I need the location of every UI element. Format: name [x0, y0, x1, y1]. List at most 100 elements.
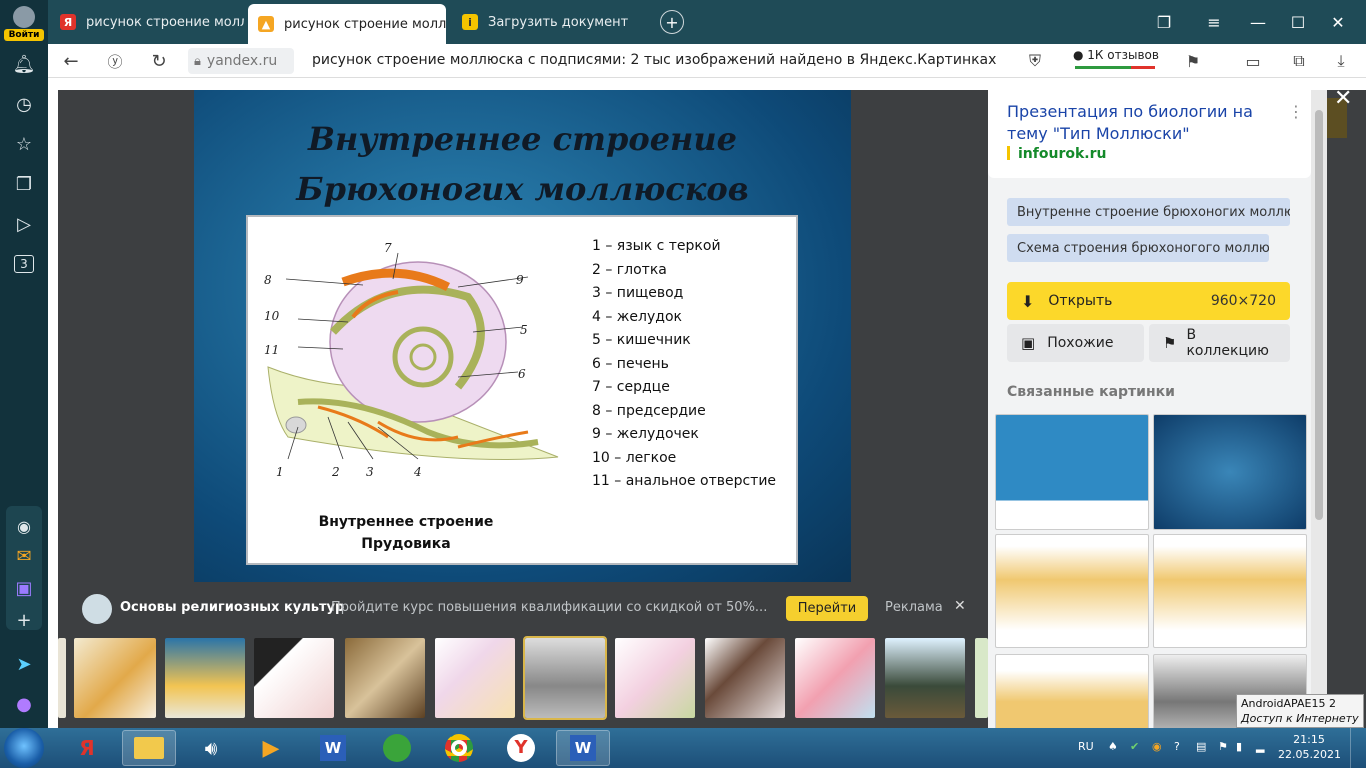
play-icon[interactable]: ▷: [8, 208, 40, 240]
language-indicator[interactable]: RU: [1078, 740, 1094, 753]
tray-flag-icon[interactable]: ⚑: [1218, 740, 1228, 753]
thumbnail[interactable]: [615, 638, 695, 718]
related-thumbnail[interactable]: [995, 534, 1149, 648]
reviews-button[interactable]: ● 1К отзывов: [1073, 48, 1159, 69]
maximize-icon[interactable]: ☐: [1282, 6, 1314, 38]
back-icon[interactable]: ←: [56, 46, 86, 76]
reload-icon[interactable]: ↻: [144, 46, 174, 76]
collections-icon[interactable]: ❐: [8, 168, 40, 200]
url-field[interactable]: 🔒︎ yandex.ru: [188, 48, 294, 74]
download-icon[interactable]: ⤓: [1326, 46, 1356, 76]
taskbar-media-icon[interactable]: ▶: [244, 730, 298, 766]
history-icon[interactable]: ◷: [8, 88, 40, 120]
related-search-chip-2[interactable]: Схема строения брюхоногого моллюска: [1007, 234, 1269, 262]
related-thumbnail[interactable]: [1153, 534, 1307, 648]
minimize-icon[interactable]: —: [1242, 6, 1274, 38]
new-tab-icon[interactable]: +: [660, 10, 684, 34]
diagram-label-11: 11: [264, 343, 280, 357]
thumbnail[interactable]: [165, 638, 245, 718]
related-thumbnail[interactable]: [995, 414, 1149, 530]
thumbnail[interactable]: [795, 638, 875, 718]
battery-saver-icon[interactable]: ▭: [1238, 46, 1268, 76]
tray-signal-icon[interactable]: ▂: [1256, 740, 1264, 753]
tray-battery-icon[interactable]: ▮: [1236, 740, 1242, 753]
thumbnail[interactable]: [254, 638, 334, 718]
bell-icon[interactable]: 🔔︎: [8, 48, 40, 80]
taskbar-explorer-icon[interactable]: [122, 730, 176, 766]
thumbnail[interactable]: [705, 638, 785, 718]
add-to-collection-button[interactable]: ⚑ В коллекцию: [1149, 324, 1290, 362]
tab-1[interactable]: Я рисунок строение моллю: [50, 6, 244, 38]
scrollbar-thumb[interactable]: [1315, 110, 1323, 520]
network-tooltip: AndroidAPAE15 2 Доступ к Интернету: [1236, 694, 1364, 728]
snail-illustration: [267, 252, 559, 460]
thumbnail[interactable]: [74, 638, 156, 718]
send-icon[interactable]: ➤: [8, 648, 40, 680]
tabs-menu-icon[interactable]: ❐: [1148, 6, 1180, 38]
messenger-icon[interactable]: ▣: [8, 572, 40, 604]
yandex-logo-icon[interactable]: ⓨ: [100, 46, 130, 76]
legend-item: 2 – глотка: [592, 261, 667, 278]
thumbnail-selected[interactable]: [523, 636, 607, 720]
tab-2[interactable]: ▲ рисунок строение моллю ✕: [248, 4, 446, 44]
thumbnail[interactable]: [975, 638, 988, 718]
tray-antivirus-icon[interactable]: ✔: [1130, 740, 1139, 753]
similar-button[interactable]: ▣ Похожие: [1007, 324, 1144, 362]
source-card: Презентация по биологии на тему "Тип Мол…: [988, 90, 1311, 178]
source-title-link[interactable]: Презентация по биологии на тему "Тип Мол…: [1007, 101, 1277, 145]
tray-help-icon[interactable]: ?: [1174, 740, 1180, 753]
start-button[interactable]: [4, 728, 44, 768]
add-app-icon[interactable]: +: [8, 604, 40, 636]
ad-go-button[interactable]: Перейти: [786, 596, 868, 621]
tab-3[interactable]: i Загрузить документ: [452, 6, 652, 38]
tabs-count-icon[interactable]: 3: [8, 248, 40, 280]
related-thumbnail[interactable]: [995, 654, 1149, 728]
page-title[interactable]: рисунок строение моллюска с подписями: 2…: [312, 52, 996, 68]
ad-close-icon[interactable]: ✕: [954, 598, 966, 614]
taskbar-word-icon[interactable]: W: [306, 730, 360, 766]
ad-logo-icon[interactable]: [82, 594, 112, 624]
taskbar-yandex-browser-icon[interactable]: Y: [494, 730, 548, 766]
close-viewer-icon[interactable]: ✕: [1334, 86, 1352, 111]
taskbar-radio-icon[interactable]: [370, 730, 424, 766]
ad-text[interactable]: Пройдите курс повышения квалификации со …: [331, 600, 767, 615]
star-icon[interactable]: ☆: [8, 128, 40, 160]
clock-date: 22.05.2021: [1278, 748, 1341, 761]
menu-icon[interactable]: ≡: [1198, 6, 1230, 38]
extensions-icon[interactable]: ⧉: [1284, 46, 1314, 76]
alice-camera-icon[interactable]: ◉: [8, 510, 40, 542]
tab-1-label: рисунок строение моллю: [86, 14, 244, 30]
main-image[interactable]: Внутреннее строение Брюхоногих моллюсков: [194, 90, 851, 582]
panel-scrollbar[interactable]: [1311, 90, 1327, 728]
ad-title[interactable]: Основы религиозных культур: [120, 600, 344, 615]
tray-yandex-icon[interactable]: ♠: [1108, 740, 1118, 753]
thumbnail[interactable]: [885, 638, 965, 718]
close-window-icon[interactable]: ✕: [1322, 6, 1354, 38]
ad-banner: Основы религиозных культур Пройдите курс…: [58, 588, 988, 628]
related-search-chip-1[interactable]: Внутренне строение брюхоногих моллюсков: [1007, 198, 1290, 226]
diagram-label-10: 10: [264, 309, 280, 323]
tray-network-icon[interactable]: ▤: [1196, 740, 1206, 753]
more-icon[interactable]: ⋮: [1288, 102, 1304, 121]
bookmark-outline-icon: ⚑: [1163, 334, 1177, 352]
taskbar-volume-icon[interactable]: 🔊︎: [184, 730, 238, 766]
open-label: Открыть: [1048, 293, 1113, 309]
taskbar-yandex-icon[interactable]: Я: [60, 730, 114, 766]
open-image-button[interactable]: ⬇ Открыть 960×720: [1007, 282, 1290, 320]
tray-update-icon[interactable]: ◉: [1152, 740, 1162, 753]
thumbnail[interactable]: [58, 638, 66, 718]
source-domain-link[interactable]: infourok.ru: [1007, 146, 1106, 162]
thumbnail[interactable]: [345, 638, 425, 718]
alice-icon[interactable]: ●: [8, 688, 40, 720]
related-thumbnail[interactable]: [1153, 414, 1307, 530]
login-button[interactable]: Войти: [4, 4, 44, 44]
show-desktop-button[interactable]: [1350, 728, 1366, 768]
bookmark-icon[interactable]: ⚑: [1178, 46, 1208, 76]
camera-icon: ▣: [1021, 334, 1036, 352]
protect-icon[interactable]: ⛨: [1020, 46, 1050, 76]
mail-icon[interactable]: ✉: [8, 540, 40, 572]
taskbar-word-doc-icon[interactable]: W: [556, 730, 610, 766]
taskbar-chrome-icon[interactable]: [432, 730, 486, 766]
taskbar-clock[interactable]: 21:15 22.05.2021: [1278, 732, 1341, 762]
thumbnail[interactable]: [435, 638, 515, 718]
